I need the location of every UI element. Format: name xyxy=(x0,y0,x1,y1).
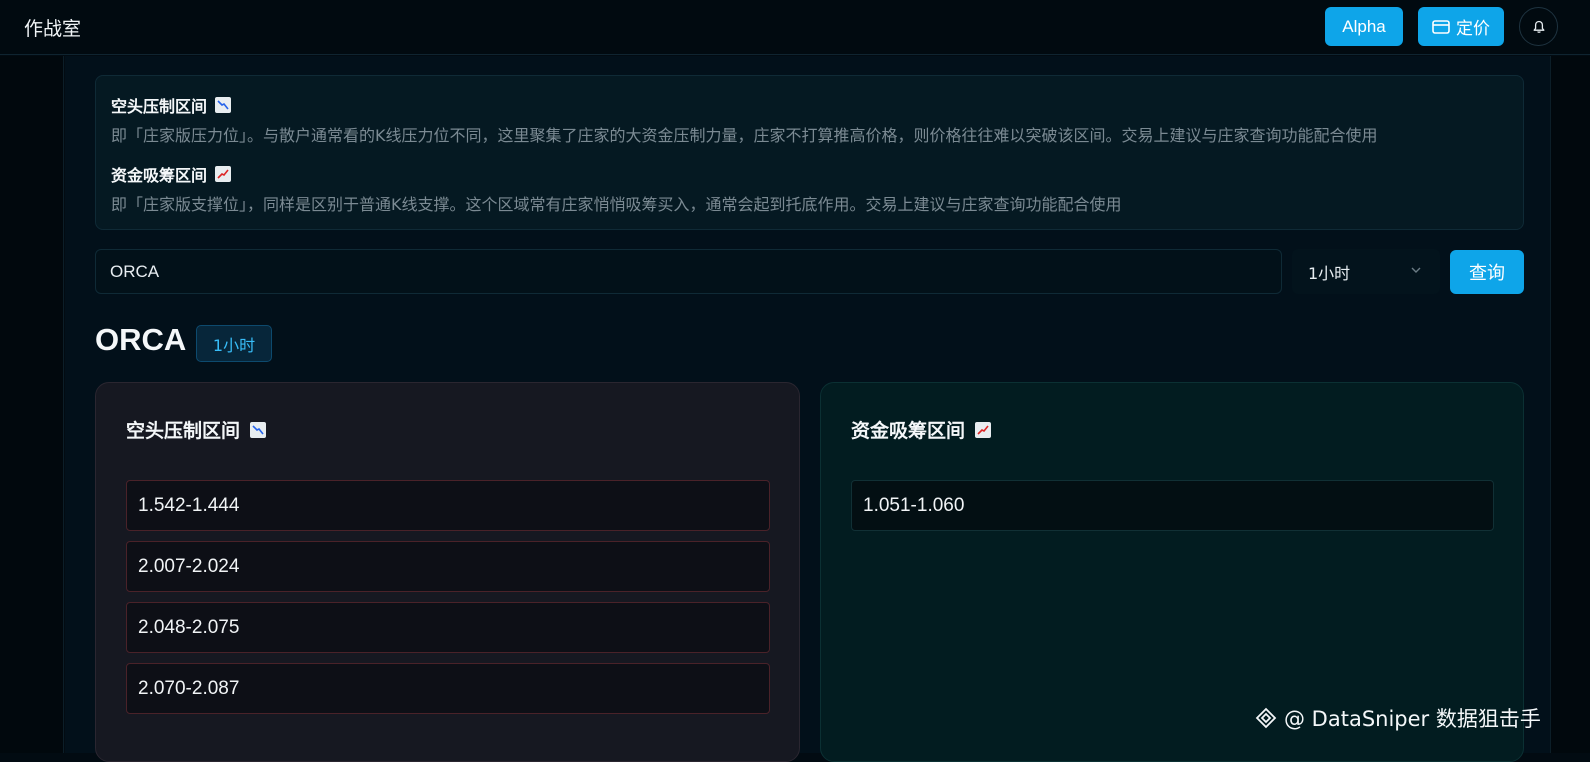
short-zone-row: 2.007-2.024 xyxy=(126,541,770,592)
diamond-logo-icon xyxy=(1255,707,1277,729)
app-title: 作战室 xyxy=(24,18,82,40)
right-scrollbar[interactable] xyxy=(1550,56,1590,753)
accum-zone-row: 1.051-1.060 xyxy=(851,480,1494,531)
short-zone-row: 1.542-1.444 xyxy=(126,480,770,531)
card-icon xyxy=(1432,19,1450,34)
watermark-text: @ DataSniper 数据狙击手 xyxy=(1284,707,1541,731)
watermark: @ DataSniper 数据狙击手 xyxy=(1254,703,1541,733)
chart-increasing-icon xyxy=(215,166,232,182)
accum-zone-title-text: 资金吸筹区间 xyxy=(851,420,966,442)
query-button[interactable]: 查询 xyxy=(1450,250,1524,294)
short-zone-title-text: 空头压制区间 xyxy=(126,420,241,442)
chevron-down-icon xyxy=(1411,267,1421,273)
alpha-button[interactable]: Alpha xyxy=(1325,7,1403,46)
info-card: 空头压制区间 即「庄家版压力位」。与散户通常看的K线压力位不同，这里聚集了庄家的… xyxy=(95,75,1524,230)
short-zone-row: 2.048-2.075 xyxy=(126,602,770,653)
top-bar: 作战室 Alpha 定价 xyxy=(0,0,1590,55)
info-short-desc: 即「庄家版压力位」。与散户通常看的K线压力位不同，这里聚集了庄家的大资金压制力量… xyxy=(111,126,1378,145)
left-sidebar xyxy=(0,56,64,753)
interval-badge: 1小时 xyxy=(196,325,272,362)
notifications-button[interactable] xyxy=(1519,7,1558,46)
chart-decreasing-icon xyxy=(215,97,232,113)
info-accum-title: 资金吸筹区间 xyxy=(111,162,232,186)
short-zone-card: 空头压制区间 1.542-1.444 2.007-2.024 2.048-2.0… xyxy=(95,382,800,762)
pricing-button[interactable]: 定价 xyxy=(1418,7,1504,46)
bell-icon xyxy=(1533,20,1544,33)
symbol-title: ORCA xyxy=(95,322,187,357)
interval-select[interactable]: 1小时 xyxy=(1292,249,1440,294)
interval-select-value: 1小时 xyxy=(1308,263,1351,283)
chart-decreasing-icon xyxy=(250,421,267,438)
info-accum-desc: 即「庄家版支撑位」，同样是区别于普通K线支撑。这个区域常有庄家悄悄吸筹买入，通常… xyxy=(111,195,1122,214)
info-short-title: 空头压制区间 xyxy=(111,93,232,117)
pricing-label: 定价 xyxy=(1456,19,1490,39)
short-zone-title: 空头压制区间 xyxy=(126,416,267,443)
info-short-title-text: 空头压制区间 xyxy=(111,97,208,116)
short-zone-row: 2.070-2.087 xyxy=(126,663,770,714)
chart-increasing-icon xyxy=(975,421,992,438)
info-accum-title-text: 资金吸筹区间 xyxy=(111,166,208,185)
accum-zone-title: 资金吸筹区间 xyxy=(851,416,992,443)
symbol-search-input[interactable] xyxy=(95,249,1282,294)
